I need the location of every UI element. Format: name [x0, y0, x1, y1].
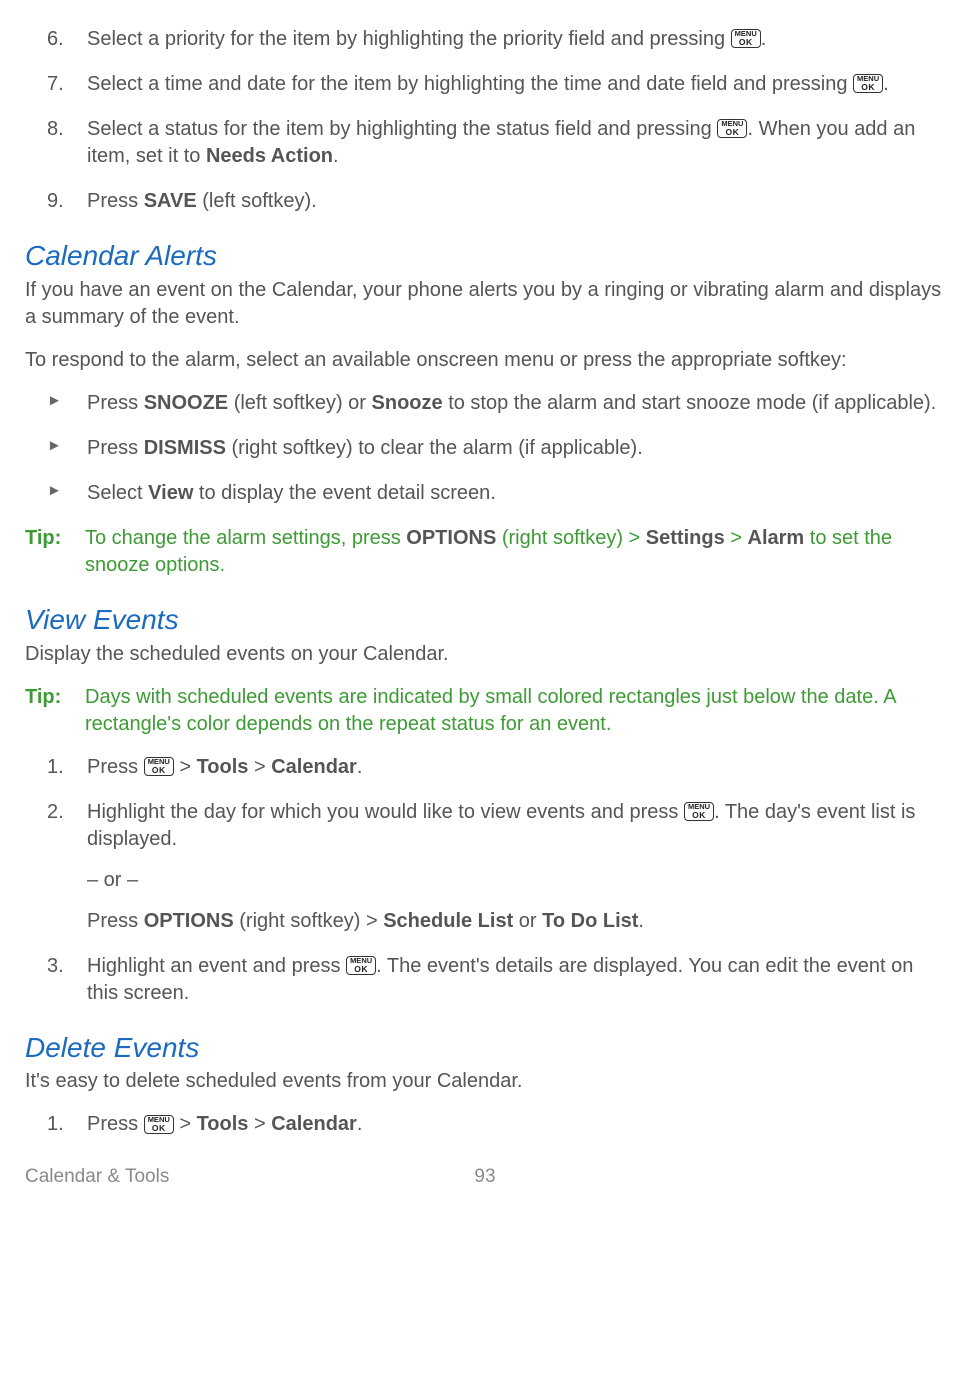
- step-number: 2.: [47, 799, 64, 826]
- heading-view-events: View Events: [25, 601, 945, 639]
- bullet-text: Select: [87, 482, 148, 504]
- step-number: 8.: [47, 116, 64, 143]
- step-number: 9.: [47, 188, 64, 215]
- footer-section: Calendar & Tools: [25, 1164, 169, 1190]
- steps-continued: 6. Select a priority for the item by hig…: [25, 26, 945, 215]
- bold-text: Calendar: [271, 1113, 357, 1135]
- menu-ok-key-icon: MENUOK: [346, 956, 376, 975]
- step-text: Press: [87, 190, 144, 212]
- bullet-text: to stop the alarm and start snooze mode …: [443, 392, 937, 414]
- tip-colored-rectangles: Tip: Days with scheduled events are indi…: [25, 684, 945, 738]
- alarm-bullets: Press SNOOZE (left softkey) or Snooze to…: [25, 390, 945, 507]
- step-text: .: [357, 756, 363, 778]
- step-number: 1.: [47, 754, 64, 781]
- step-text: Select a status for the item by highligh…: [87, 118, 717, 140]
- step-number: 7.: [47, 71, 64, 98]
- step-text: Select a time and date for the item by h…: [87, 73, 853, 95]
- step-text: Select a priority for the item by highli…: [87, 28, 731, 50]
- bullet-text: (left softkey) or: [228, 392, 371, 414]
- bold-text: Needs Action: [206, 145, 333, 167]
- menu-ok-key-icon: MENUOK: [853, 74, 883, 93]
- tip-body: Days with scheduled events are indicated…: [85, 684, 945, 738]
- menu-ok-key-icon: MENUOK: [717, 119, 747, 138]
- menu-ok-key-icon: MENUOK: [731, 29, 761, 48]
- respond-text: To respond to the alarm, select an avail…: [25, 347, 945, 374]
- intro-calendar-alerts: If you have an event on the Calendar, yo…: [25, 277, 945, 331]
- tip-body: To change the alarm settings, press OPTI…: [85, 525, 945, 579]
- step-alt: Press OPTIONS (right softkey) > Schedule…: [87, 908, 945, 935]
- bullet-text: (right softkey) to clear the alarm (if a…: [226, 437, 643, 459]
- step-text: .: [357, 1113, 363, 1135]
- ve-step-2: 2. Highlight the day for which you would…: [25, 799, 945, 935]
- intro-delete-events: It's easy to delete scheduled events fro…: [25, 1068, 945, 1095]
- step-8: 8. Select a status for the item by highl…: [25, 116, 945, 170]
- bold-text: DISMISS: [144, 437, 226, 459]
- delete-events-steps: 1. Press MENUOK > Tools > Calendar.: [25, 1111, 945, 1138]
- step-7: 7. Select a time and date for the item b…: [25, 71, 945, 98]
- bold-text: Tools: [197, 756, 249, 778]
- bullet-dismiss: Press DISMISS (right softkey) to clear t…: [25, 435, 945, 462]
- step-6: 6. Select a priority for the item by hig…: [25, 26, 945, 53]
- or-separator: – or –: [87, 867, 945, 894]
- heading-calendar-alerts: Calendar Alerts: [25, 237, 945, 275]
- bold-text: Calendar: [271, 756, 357, 778]
- ve-step-3: 3. Highlight an event and press MENUOK. …: [25, 953, 945, 1007]
- bullet-view: Select View to display the event detail …: [25, 480, 945, 507]
- de-step-1: 1. Press MENUOK > Tools > Calendar.: [25, 1111, 945, 1138]
- bold-text: View: [148, 482, 193, 504]
- tip-label: Tip:: [25, 684, 85, 738]
- step-text: Press: [87, 1113, 144, 1135]
- menu-ok-key-icon: MENUOK: [144, 757, 174, 776]
- page-footer: Calendar & Tools 93: [25, 1164, 945, 1190]
- bullet-text: to display the event detail screen.: [193, 482, 495, 504]
- ve-step-1: 1. Press MENUOK > Tools > Calendar.: [25, 754, 945, 781]
- bullet-text: Press: [87, 437, 144, 459]
- tip-label: Tip:: [25, 525, 85, 579]
- step-number: 6.: [47, 26, 64, 53]
- step-text: Highlight an event and press: [87, 955, 346, 977]
- menu-ok-key-icon: MENUOK: [144, 1115, 174, 1134]
- step-text: >: [174, 1113, 197, 1135]
- step-number: 3.: [47, 953, 64, 980]
- view-events-steps: 1. Press MENUOK > Tools > Calendar. 2. H…: [25, 754, 945, 1007]
- tip-alarm-settings: Tip: To change the alarm settings, press…: [25, 525, 945, 579]
- bullet-text: Press: [87, 392, 144, 414]
- step-text: .: [761, 28, 767, 50]
- intro-view-events: Display the scheduled events on your Cal…: [25, 641, 945, 668]
- bold-text: SAVE: [144, 190, 197, 212]
- bold-text: Snooze: [372, 392, 443, 414]
- step-text: >: [174, 756, 197, 778]
- menu-ok-key-icon: MENUOK: [684, 802, 714, 821]
- heading-delete-events: Delete Events: [25, 1029, 945, 1067]
- step-text: >: [248, 1113, 271, 1135]
- step-text: >: [248, 756, 271, 778]
- bold-text: Tools: [197, 1113, 249, 1135]
- bullet-snooze: Press SNOOZE (left softkey) or Snooze to…: [25, 390, 945, 417]
- footer-page-number: 93: [474, 1164, 495, 1190]
- step-text: .: [333, 145, 339, 167]
- step-9: 9. Press SAVE (left softkey).: [25, 188, 945, 215]
- step-number: 1.: [47, 1111, 64, 1138]
- step-text: (left softkey).: [197, 190, 317, 212]
- bold-text: SNOOZE: [144, 392, 228, 414]
- step-text: Highlight the day for which you would li…: [87, 801, 684, 823]
- step-text: Press: [87, 756, 144, 778]
- step-text: .: [883, 73, 889, 95]
